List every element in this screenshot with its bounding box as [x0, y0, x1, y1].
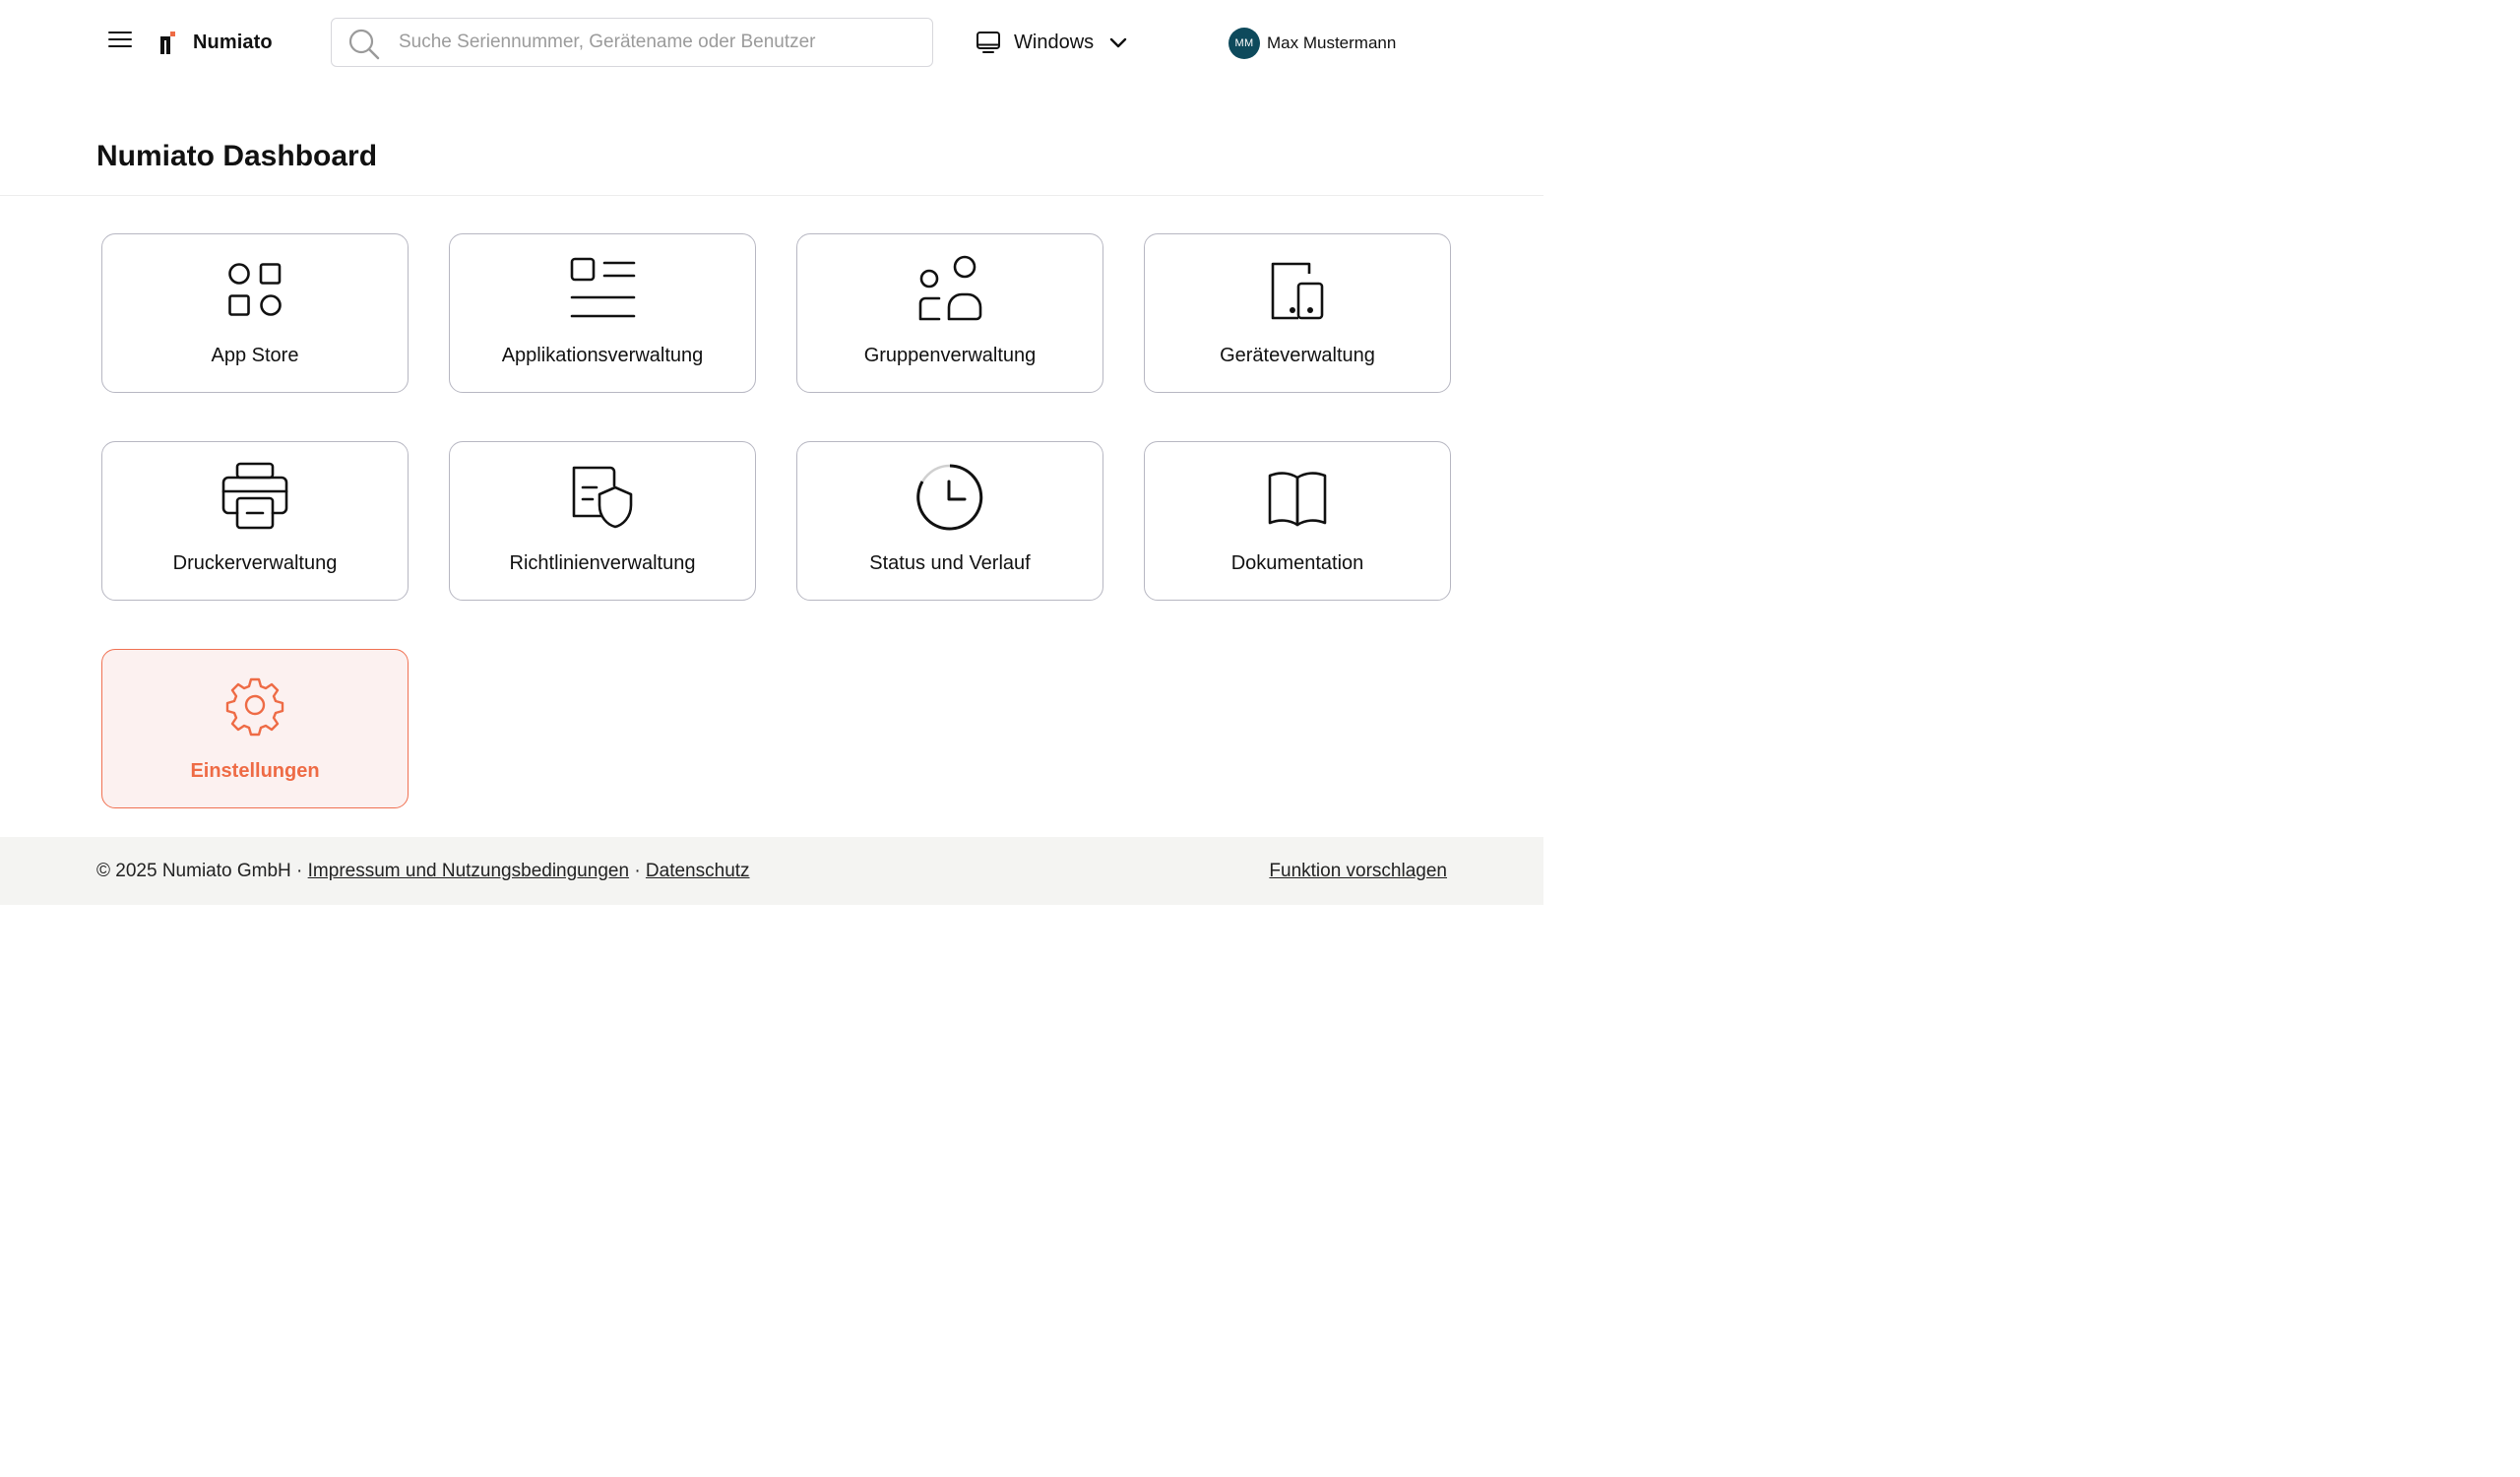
hamburger-icon [108, 32, 132, 47]
tile-dokumentation[interactable]: Dokumentation [1144, 441, 1451, 601]
copyright-text: © 2025 Numiato GmbH [96, 861, 291, 881]
printer-icon [221, 462, 288, 530]
tile-label: Einstellungen [190, 760, 320, 782]
footer-separator: · [296, 861, 303, 881]
footer-left: © 2025 Numiato GmbH · Impressum und Nutz… [96, 861, 750, 882]
user-name: Max Mustermann [1267, 33, 1397, 52]
app-logo[interactable]: Numiato [158, 30, 273, 55]
tile-label: Druckerverwaltung [172, 552, 338, 574]
tile-status-und-verlauf[interactable]: Status und Verlauf [796, 441, 1103, 601]
header-divider [0, 195, 1544, 196]
tile-druckerverwaltung[interactable]: Druckerverwaltung [101, 441, 409, 601]
app-list-icon [570, 257, 636, 318]
chevron-down-icon [1109, 37, 1127, 48]
tile-label: Dokumentation [1230, 552, 1364, 574]
tile-label: Richtlinienverwaltung [509, 552, 696, 574]
user-menu[interactable]: MM Max Mustermann [1228, 28, 1396, 59]
search-icon [348, 29, 380, 60]
tile-richtlinienverwaltung[interactable]: Richtlinienverwaltung [449, 441, 756, 601]
tile-label: Gruppenverwaltung [863, 345, 1037, 366]
tile-einstellungen[interactable]: Einstellungen [101, 649, 409, 808]
policy-shield-icon [572, 466, 633, 529]
tile-geraeteverwaltung[interactable]: Geräteverwaltung [1144, 233, 1451, 393]
tile-gruppenverwaltung[interactable]: Gruppenverwaltung [796, 233, 1103, 393]
tile-label: Applikationsverwaltung [501, 345, 704, 366]
footer: © 2025 Numiato GmbH · Impressum und Nutz… [0, 837, 1544, 905]
clock-icon [916, 464, 983, 531]
tile-app-store[interactable]: App Store [101, 233, 409, 393]
app-name: Numiato [193, 31, 273, 53]
top-bar: Numiato Windows MM Max Mustermann [0, 0, 1544, 87]
monitor-icon [976, 32, 1000, 53]
footer-separator: · [634, 861, 641, 881]
imprint-link[interactable]: Impressum und Nutzungsbedingungen [308, 861, 629, 881]
gear-icon [225, 677, 284, 737]
tile-label: Status und Verlauf [869, 552, 1031, 574]
tile-applikationsverwaltung[interactable]: Applikationsverwaltung [449, 233, 756, 393]
page-title: Numiato Dashboard [96, 140, 378, 172]
privacy-link[interactable]: Datenschutz [646, 861, 750, 881]
avatar: MM [1228, 28, 1260, 59]
search-box[interactable] [331, 18, 933, 67]
tile-label: App Store [211, 345, 299, 366]
hamburger-menu-button[interactable] [106, 28, 134, 51]
dashboard-tiles: App Store Applikationsverwaltung Gruppen… [101, 233, 1452, 808]
footer-right: Funktion vorschlagen [1269, 861, 1447, 882]
tile-label: Geräteverwaltung [1220, 345, 1375, 366]
os-selector-label: Windows [1014, 31, 1095, 53]
os-selector-dropdown[interactable]: Windows [975, 28, 1127, 57]
group-icon [918, 255, 982, 321]
suggest-feature-link[interactable]: Funktion vorschlagen [1269, 861, 1447, 881]
app-store-icon [228, 263, 282, 316]
book-icon [1268, 472, 1327, 527]
devices-icon [1271, 262, 1324, 320]
search-input[interactable] [397, 29, 909, 56]
numiato-logo-icon [160, 32, 175, 54]
